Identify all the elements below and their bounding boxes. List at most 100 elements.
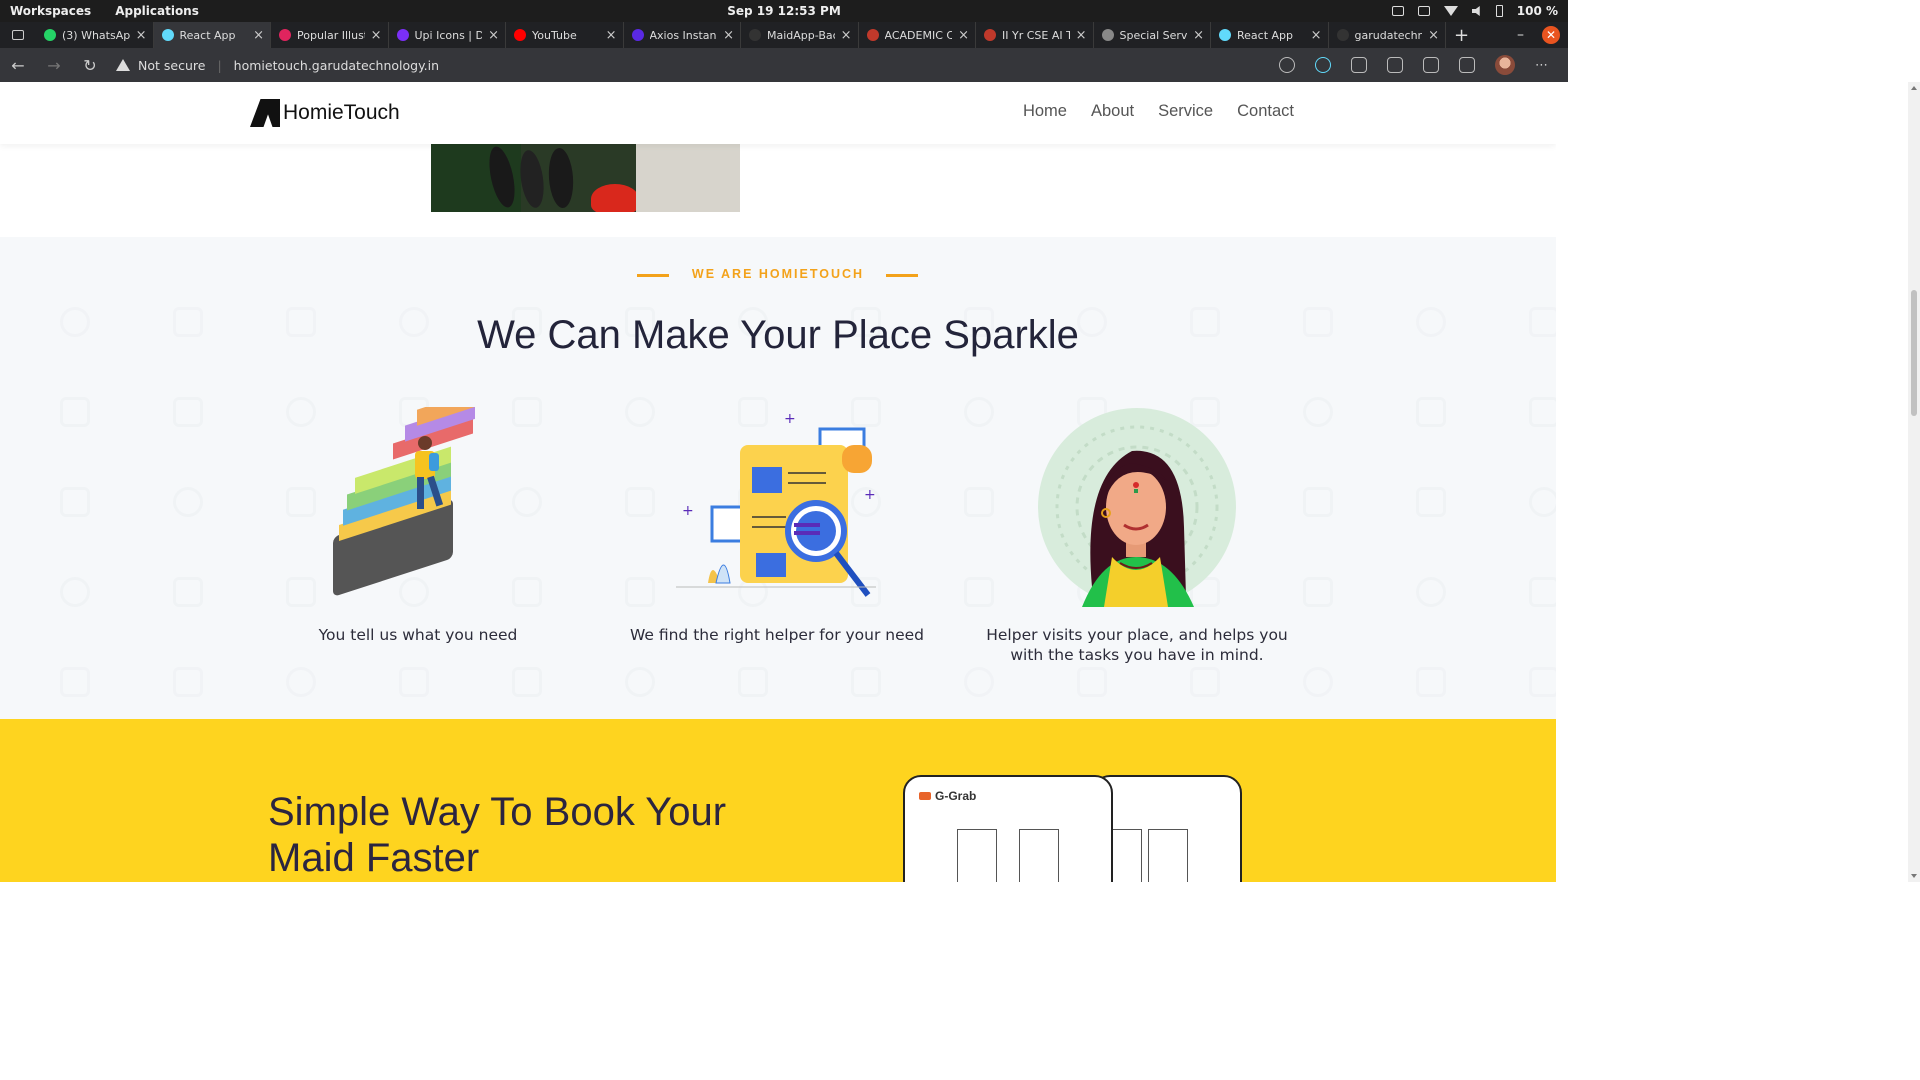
pattern-glyph (1077, 667, 1107, 697)
pattern-glyph (512, 667, 542, 697)
bookmark-star-icon[interactable] (1279, 57, 1295, 73)
page-scrollbar[interactable] (1908, 82, 1920, 882)
app-preview-front: G-Grab (903, 775, 1113, 882)
tab-favicon-icon (749, 29, 761, 41)
browser-tab[interactable]: React App × (153, 22, 271, 48)
step-card-find-helper: + + + We find the right helper for your … (612, 407, 942, 645)
extensions-icon[interactable] (1351, 57, 1367, 73)
nav-service[interactable]: Service (1158, 102, 1213, 121)
tab-favicon-icon (984, 29, 996, 41)
tab-title: Upi Icons | Download (414, 28, 483, 42)
react-devtools-icon[interactable] (1315, 57, 1331, 73)
screen-share-icon[interactable] (1391, 6, 1404, 16)
tab-title: ACADEMIC CALENDAR (884, 28, 953, 42)
step-illustration-helper-visits (972, 407, 1302, 607)
share-icon[interactable] (1459, 57, 1475, 73)
tab-close-icon[interactable]: × (606, 28, 617, 43)
reload-button[interactable]: ↻ (72, 56, 108, 75)
security-label[interactable]: Not secure (138, 58, 205, 73)
new-tab-button[interactable]: + (1454, 25, 1474, 46)
scroll-down-arrow[interactable] (1911, 874, 1917, 878)
site-logo[interactable]: HomieTouch (250, 99, 400, 127)
tab-favicon-icon (631, 29, 644, 41)
window-close-button[interactable]: ✕ (1542, 26, 1560, 44)
browser-tab[interactable]: React App × (1211, 22, 1329, 48)
pattern-glyph (1303, 577, 1333, 607)
svg-text:+: + (784, 411, 796, 427)
pattern-glyph (173, 577, 203, 607)
more-menu-icon[interactable]: ⋯ (1535, 58, 1548, 73)
app-brand: G-Grab (919, 789, 976, 803)
tab-search-button[interactable] (0, 22, 36, 48)
browser-tab[interactable]: II Yr CSE AI Timetable × (976, 22, 1094, 48)
booking-section: Simple Way To Book Your Maid Faster G-Gr… (0, 719, 1556, 882)
pattern-glyph (1529, 667, 1556, 697)
browser-tab[interactable]: Upi Icons | Download × (389, 22, 506, 48)
pattern-glyph (1416, 397, 1446, 427)
scroll-up-arrow[interactable] (1911, 86, 1917, 90)
tab-title: YouTube (532, 28, 577, 42)
pattern-glyph (1303, 667, 1333, 697)
tab-close-icon[interactable]: × (1311, 28, 1322, 43)
tab-list-icon (12, 30, 24, 40)
tab-title: garudatechnology (1354, 28, 1423, 42)
tab-close-icon[interactable]: × (488, 28, 499, 43)
system-clock[interactable]: Sep 19 12:53 PM (0, 4, 1568, 18)
tab-close-icon[interactable]: × (958, 28, 969, 43)
profile-avatar[interactable] (1495, 55, 1515, 75)
tab-title: Special Services (1119, 28, 1188, 42)
step-card-helper-visits: Helper visits your place, and helps you … (972, 407, 1302, 665)
how-it-works-section: WE ARE HOMIETOUCH We Can Make Your Place… (0, 237, 1556, 719)
pattern-glyph (399, 667, 429, 697)
wifi-icon[interactable] (1443, 6, 1458, 16)
tab-favicon-icon (279, 29, 291, 41)
pattern-glyph (964, 667, 994, 697)
address-bar[interactable]: Not secure | homietouch.garudatechnology… (116, 52, 1279, 78)
app-preview-back (1092, 775, 1242, 882)
tab-favicon-icon (1336, 29, 1349, 41)
pattern-glyph (851, 667, 881, 697)
browser-tab[interactable]: (3) WhatsApp × (36, 22, 154, 48)
pattern-glyph (1416, 487, 1446, 517)
nav-about[interactable]: About (1091, 102, 1134, 121)
nav-home[interactable]: Home (1023, 102, 1067, 121)
tab-close-icon[interactable]: × (136, 28, 147, 43)
browser-tab[interactable]: Popular Illustrations × (271, 22, 389, 48)
browser-tab[interactable]: ACADEMIC CALENDAR × (859, 22, 976, 48)
minimize-button[interactable]: – (1517, 27, 1524, 43)
scrollbar-thumb[interactable] (1911, 290, 1917, 416)
browser-tab[interactable]: garudatechnology × (1329, 22, 1446, 48)
applications-menu[interactable]: Applications (115, 4, 199, 18)
warning-icon (116, 59, 130, 71)
tab-close-icon[interactable]: × (841, 28, 852, 43)
pattern-glyph (286, 667, 316, 697)
collections-icon[interactable] (1423, 57, 1439, 73)
tab-close-icon[interactable]: × (371, 28, 382, 43)
door-graphic (957, 829, 997, 882)
tab-close-icon[interactable]: × (1193, 28, 1204, 43)
svg-text:+: + (864, 487, 876, 503)
pattern-glyph (1416, 667, 1446, 697)
tab-close-icon[interactable]: × (723, 28, 734, 43)
workspaces-menu[interactable]: Workspaces (10, 4, 91, 18)
browser-tab[interactable]: MaidApp-Backend × (741, 22, 859, 48)
tab-close-icon[interactable]: × (1428, 28, 1439, 43)
back-button[interactable]: ← (0, 56, 36, 75)
volume-icon[interactable] (1471, 6, 1480, 16)
step-illustration-tell-us (253, 389, 583, 607)
battery-percent: 100 % (1516, 4, 1558, 18)
tab-title: Axios Instance (649, 28, 718, 42)
nav-contact[interactable]: Contact (1237, 102, 1294, 121)
url-text[interactable]: homietouch.garudatechnology.in (234, 58, 439, 73)
favorites-icon[interactable] (1387, 57, 1403, 73)
tab-close-icon[interactable]: × (1076, 28, 1087, 43)
browser-tab[interactable]: YouTube × (506, 22, 624, 48)
browser-tab[interactable]: Axios Instance × (624, 22, 741, 48)
browser-tab[interactable]: Special Services × (1094, 22, 1211, 48)
clipboard-icon[interactable] (1417, 6, 1430, 16)
tab-title: MaidApp-Backend (767, 28, 835, 42)
battery-icon[interactable] (1495, 5, 1503, 17)
step-illustration-find-helper: + + + (612, 407, 942, 607)
forward-button[interactable]: → (36, 56, 72, 75)
tab-close-icon[interactable]: × (253, 28, 264, 43)
